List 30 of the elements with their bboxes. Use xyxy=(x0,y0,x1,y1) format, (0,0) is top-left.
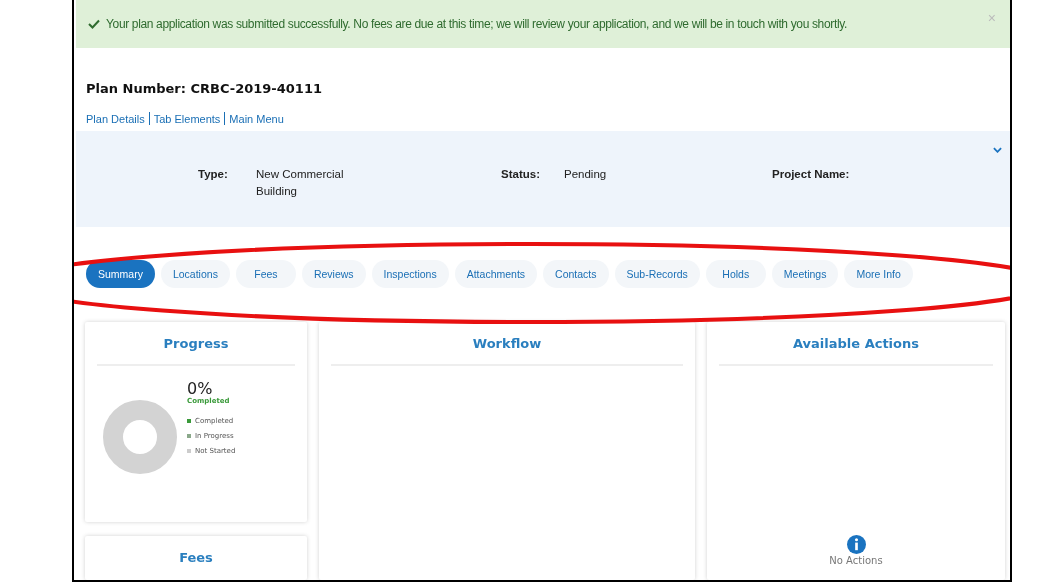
card-title: Fees xyxy=(178,549,214,567)
field-label: Type: xyxy=(198,168,228,180)
empty-message: No Actions xyxy=(829,555,883,566)
tab[interactable]: Fees xyxy=(235,260,296,288)
tab[interactable]: More Info xyxy=(844,260,913,288)
nav-link[interactable]: Tab Elements xyxy=(153,112,221,125)
tab[interactable]: Sub-Records xyxy=(614,260,700,288)
field-value: Pending xyxy=(564,168,607,180)
nav-link[interactable]: Main Menu xyxy=(229,112,284,125)
info-icon xyxy=(846,535,866,554)
tab[interactable]: Holds xyxy=(705,260,766,288)
chevron-icon[interactable] xyxy=(993,147,1002,153)
alert-message: Your plan application was submitted successfully. No fees are due at this time; we will review your application, and we will be in touch with you shortly. xyxy=(106,17,847,31)
plan-number: Plan Number: CRBC-2019-40111 xyxy=(86,81,323,96)
tab[interactable]: Inspections xyxy=(371,260,449,288)
nav-link[interactable]: Plan Details xyxy=(86,112,145,125)
card-title: Workflow xyxy=(471,335,543,353)
tab[interactable]: Reviews xyxy=(301,260,366,288)
field-label: Project Name: xyxy=(772,168,850,180)
checkmark-icon xyxy=(88,19,100,29)
tab[interactable]: Locations xyxy=(160,260,230,288)
card-title: Progress xyxy=(162,335,230,353)
tab[interactable]: Contacts xyxy=(543,260,609,288)
tab[interactable]: Summary xyxy=(86,260,155,288)
field-label: Status: xyxy=(501,168,540,180)
percent-value: 0% xyxy=(187,380,213,397)
tab[interactable]: Attachments xyxy=(454,260,538,288)
tab[interactable]: Meetings xyxy=(771,260,839,288)
field-value: New Commercial Building xyxy=(256,167,345,199)
card-title: Available Actions xyxy=(792,335,920,353)
